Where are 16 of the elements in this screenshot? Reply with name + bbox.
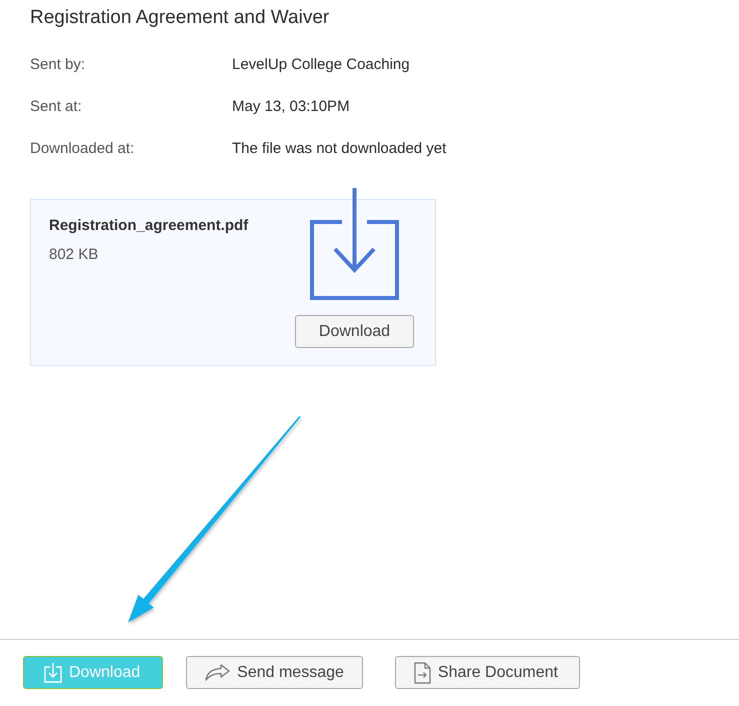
detail-label: Downloaded at: bbox=[30, 140, 136, 156]
detail-value: The file was not downloaded yet bbox=[232, 140, 446, 156]
file-name: Registration_agreement.pdf bbox=[49, 216, 248, 236]
download-icon bbox=[44, 662, 62, 683]
share-document-button[interactable]: Share Document bbox=[394, 656, 580, 689]
document-arrow-icon bbox=[414, 662, 431, 684]
detail-value: LevelUp College Coaching bbox=[232, 56, 410, 72]
file-size: 802 KB bbox=[49, 245, 100, 265]
download-tray-icon bbox=[309, 188, 400, 300]
detail-value: May 13, 03:10PM bbox=[232, 98, 350, 114]
send-message-button[interactable]: Send message bbox=[186, 656, 363, 689]
document-title: Registration Agreement and Waiver bbox=[30, 6, 330, 30]
detail-label: Sent by: bbox=[30, 56, 86, 72]
share-arrow-icon bbox=[205, 664, 230, 681]
detail-label: Sent at: bbox=[30, 98, 83, 114]
download-button[interactable]: Download bbox=[295, 315, 414, 348]
